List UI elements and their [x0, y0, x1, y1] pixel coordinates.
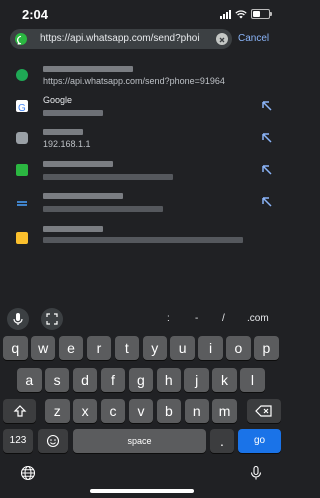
key-h[interactable]: h — [156, 368, 181, 392]
redacted-title — [43, 226, 103, 232]
key-p[interactable]: p — [254, 336, 279, 360]
redacted-url — [43, 206, 163, 212]
globe-icon[interactable] — [20, 465, 36, 481]
keyboard-accessory-bar: : - / .com — [0, 305, 284, 333]
google-icon: G — [16, 100, 28, 114]
status-icons — [220, 9, 272, 19]
redacted-title — [43, 129, 83, 135]
cellular-signal-icon — [220, 9, 231, 19]
key-l[interactable]: l — [240, 368, 265, 392]
key-t[interactable]: t — [114, 336, 140, 360]
shift-key[interactable] — [3, 399, 36, 423]
suggestion-item[interactable] — [0, 156, 284, 186]
redacted-url — [43, 237, 243, 243]
key-n[interactable]: n — [184, 399, 209, 423]
redacted-url — [43, 110, 103, 116]
suggestion-url: https://api.whatsapp.com/send?phone=9196… — [43, 76, 225, 86]
key-z[interactable]: z — [45, 399, 70, 423]
key-b[interactable]: b — [156, 399, 182, 423]
go-button[interactable]: go — [238, 429, 281, 453]
arrow-up-left-icon[interactable] — [260, 131, 274, 145]
key-o[interactable]: o — [226, 336, 251, 360]
site-icon — [16, 196, 28, 208]
wifi-icon — [235, 9, 247, 18]
arrow-up-left-icon[interactable] — [260, 99, 274, 113]
colon-key[interactable]: : — [167, 313, 170, 324]
whatsapp-icon — [16, 69, 28, 81]
key-u[interactable]: u — [170, 336, 195, 360]
microphone-icon[interactable] — [7, 308, 29, 330]
redacted-url — [43, 174, 173, 180]
status-bar: 2:04 — [0, 0, 284, 26]
site-icon — [16, 232, 28, 244]
key-i[interactable]: i — [198, 336, 223, 360]
battery-icon — [251, 9, 272, 19]
suggestion-item[interactable]: G Google — [0, 92, 284, 122]
router-icon — [16, 132, 28, 144]
suggestion-item[interactable]: 192.168.1.1 — [0, 124, 284, 154]
address-bar[interactable]: https://api.whatsapp.com/send?phoi — [10, 29, 232, 49]
key-c[interactable]: c — [100, 399, 126, 423]
key-f[interactable]: f — [100, 368, 126, 392]
scan-text-icon[interactable] — [41, 308, 63, 330]
cancel-button[interactable]: Cancel — [238, 33, 269, 44]
site-icon — [16, 164, 28, 176]
dash-key[interactable]: - — [195, 313, 198, 324]
key-j[interactable]: j — [184, 368, 209, 392]
key-s[interactable]: s — [44, 368, 70, 392]
suggestion-item[interactable]: https://api.whatsapp.com/send?phone=9196… — [0, 61, 284, 91]
key-e[interactable]: e — [58, 336, 84, 360]
backspace-key[interactable] — [247, 399, 281, 423]
key-r[interactable]: r — [86, 336, 112, 360]
keyboard: qwertyuiop asdfghjkl zxcvbnm — [0, 332, 284, 498]
key-g[interactable]: g — [128, 368, 154, 392]
key-k[interactable]: k — [212, 368, 237, 392]
suggestion-title: Google — [43, 95, 73, 105]
redacted-title — [43, 66, 133, 72]
key-d[interactable]: d — [72, 368, 98, 392]
arrow-up-left-icon[interactable] — [260, 163, 274, 177]
redacted-title — [43, 193, 123, 199]
key-m[interactable]: m — [212, 399, 237, 423]
key-v[interactable]: v — [128, 399, 154, 423]
numbers-key[interactable]: 123 — [3, 429, 33, 453]
svg-text:G: G — [18, 103, 26, 113]
dotcom-key[interactable]: .com — [247, 313, 269, 324]
clock: 2:04 — [22, 7, 49, 22]
suggestion-item[interactable] — [0, 224, 284, 254]
key-a[interactable]: a — [17, 368, 42, 392]
space-key[interactable]: space — [73, 429, 206, 453]
suggestion-item[interactable] — [0, 188, 284, 218]
arrow-up-left-icon[interactable] — [260, 195, 274, 209]
url-input[interactable]: https://api.whatsapp.com/send?phoi — [40, 33, 208, 45]
period-key[interactable]: . — [210, 429, 234, 453]
key-q[interactable]: q — [3, 336, 28, 360]
key-w[interactable]: w — [30, 336, 56, 360]
dictation-icon[interactable] — [248, 465, 264, 481]
redacted-title — [43, 161, 113, 167]
emoji-key[interactable] — [38, 429, 68, 453]
whatsapp-icon — [15, 33, 27, 45]
key-x[interactable]: x — [72, 399, 98, 423]
key-y[interactable]: y — [142, 336, 167, 360]
clear-icon[interactable] — [216, 33, 228, 45]
suggestion-url: 192.168.1.1 — [43, 139, 91, 149]
home-indicator — [90, 489, 194, 493]
slash-key[interactable]: / — [222, 313, 225, 324]
